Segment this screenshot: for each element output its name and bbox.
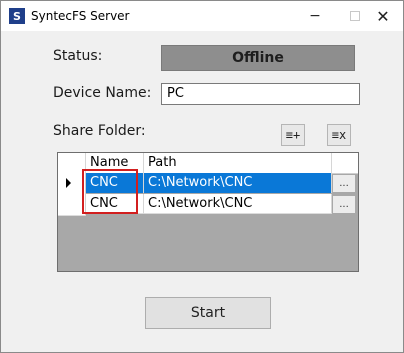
minimize-button[interactable]: − [295, 1, 335, 31]
app-logo-icon: S [9, 8, 25, 24]
path-cell[interactable]: C:\Network\CNC [144, 194, 332, 214]
title-bar: S SyntecFS Server − ✕ [1, 1, 403, 31]
browse-button[interactable]: ... [332, 195, 356, 214]
column-header-name[interactable]: Name [86, 153, 144, 173]
table-row[interactable]: CNC C:\Network\CNC ... [58, 194, 358, 216]
share-folder-grid[interactable]: Name Path CNC C:\Network\CNC ... CNC C:\… [57, 152, 359, 272]
name-cell[interactable]: CNC [86, 173, 144, 193]
window-title: SyntecFS Server [31, 9, 130, 23]
current-row-arrow-icon [66, 178, 71, 188]
browse-button[interactable]: ... [332, 174, 356, 193]
row-header[interactable] [58, 194, 86, 216]
status-indicator: Offline [161, 45, 355, 71]
column-header-path[interactable]: Path [144, 153, 332, 173]
close-button[interactable]: ✕ [363, 1, 403, 31]
add-folder-button[interactable]: ≡+ [281, 124, 305, 146]
syntecfs-window: S SyntecFS Server − ✕ Status: Offline De… [0, 0, 404, 353]
share-folder-label: Share Folder: [53, 123, 146, 139]
grid-header: Name Path [58, 153, 358, 174]
header-corner [58, 153, 86, 173]
maximize-icon [350, 11, 360, 21]
status-label: Status: [53, 48, 103, 64]
table-row[interactable]: CNC C:\Network\CNC ... [58, 173, 358, 195]
start-button[interactable]: Start [145, 297, 271, 329]
remove-folder-button[interactable]: ≡x [327, 124, 351, 146]
name-cell[interactable]: CNC [86, 194, 144, 214]
device-name-field[interactable]: PC [161, 83, 360, 105]
path-cell[interactable]: C:\Network\CNC [144, 173, 332, 193]
row-header[interactable] [58, 173, 86, 195]
device-name-label: Device Name: [53, 85, 152, 101]
